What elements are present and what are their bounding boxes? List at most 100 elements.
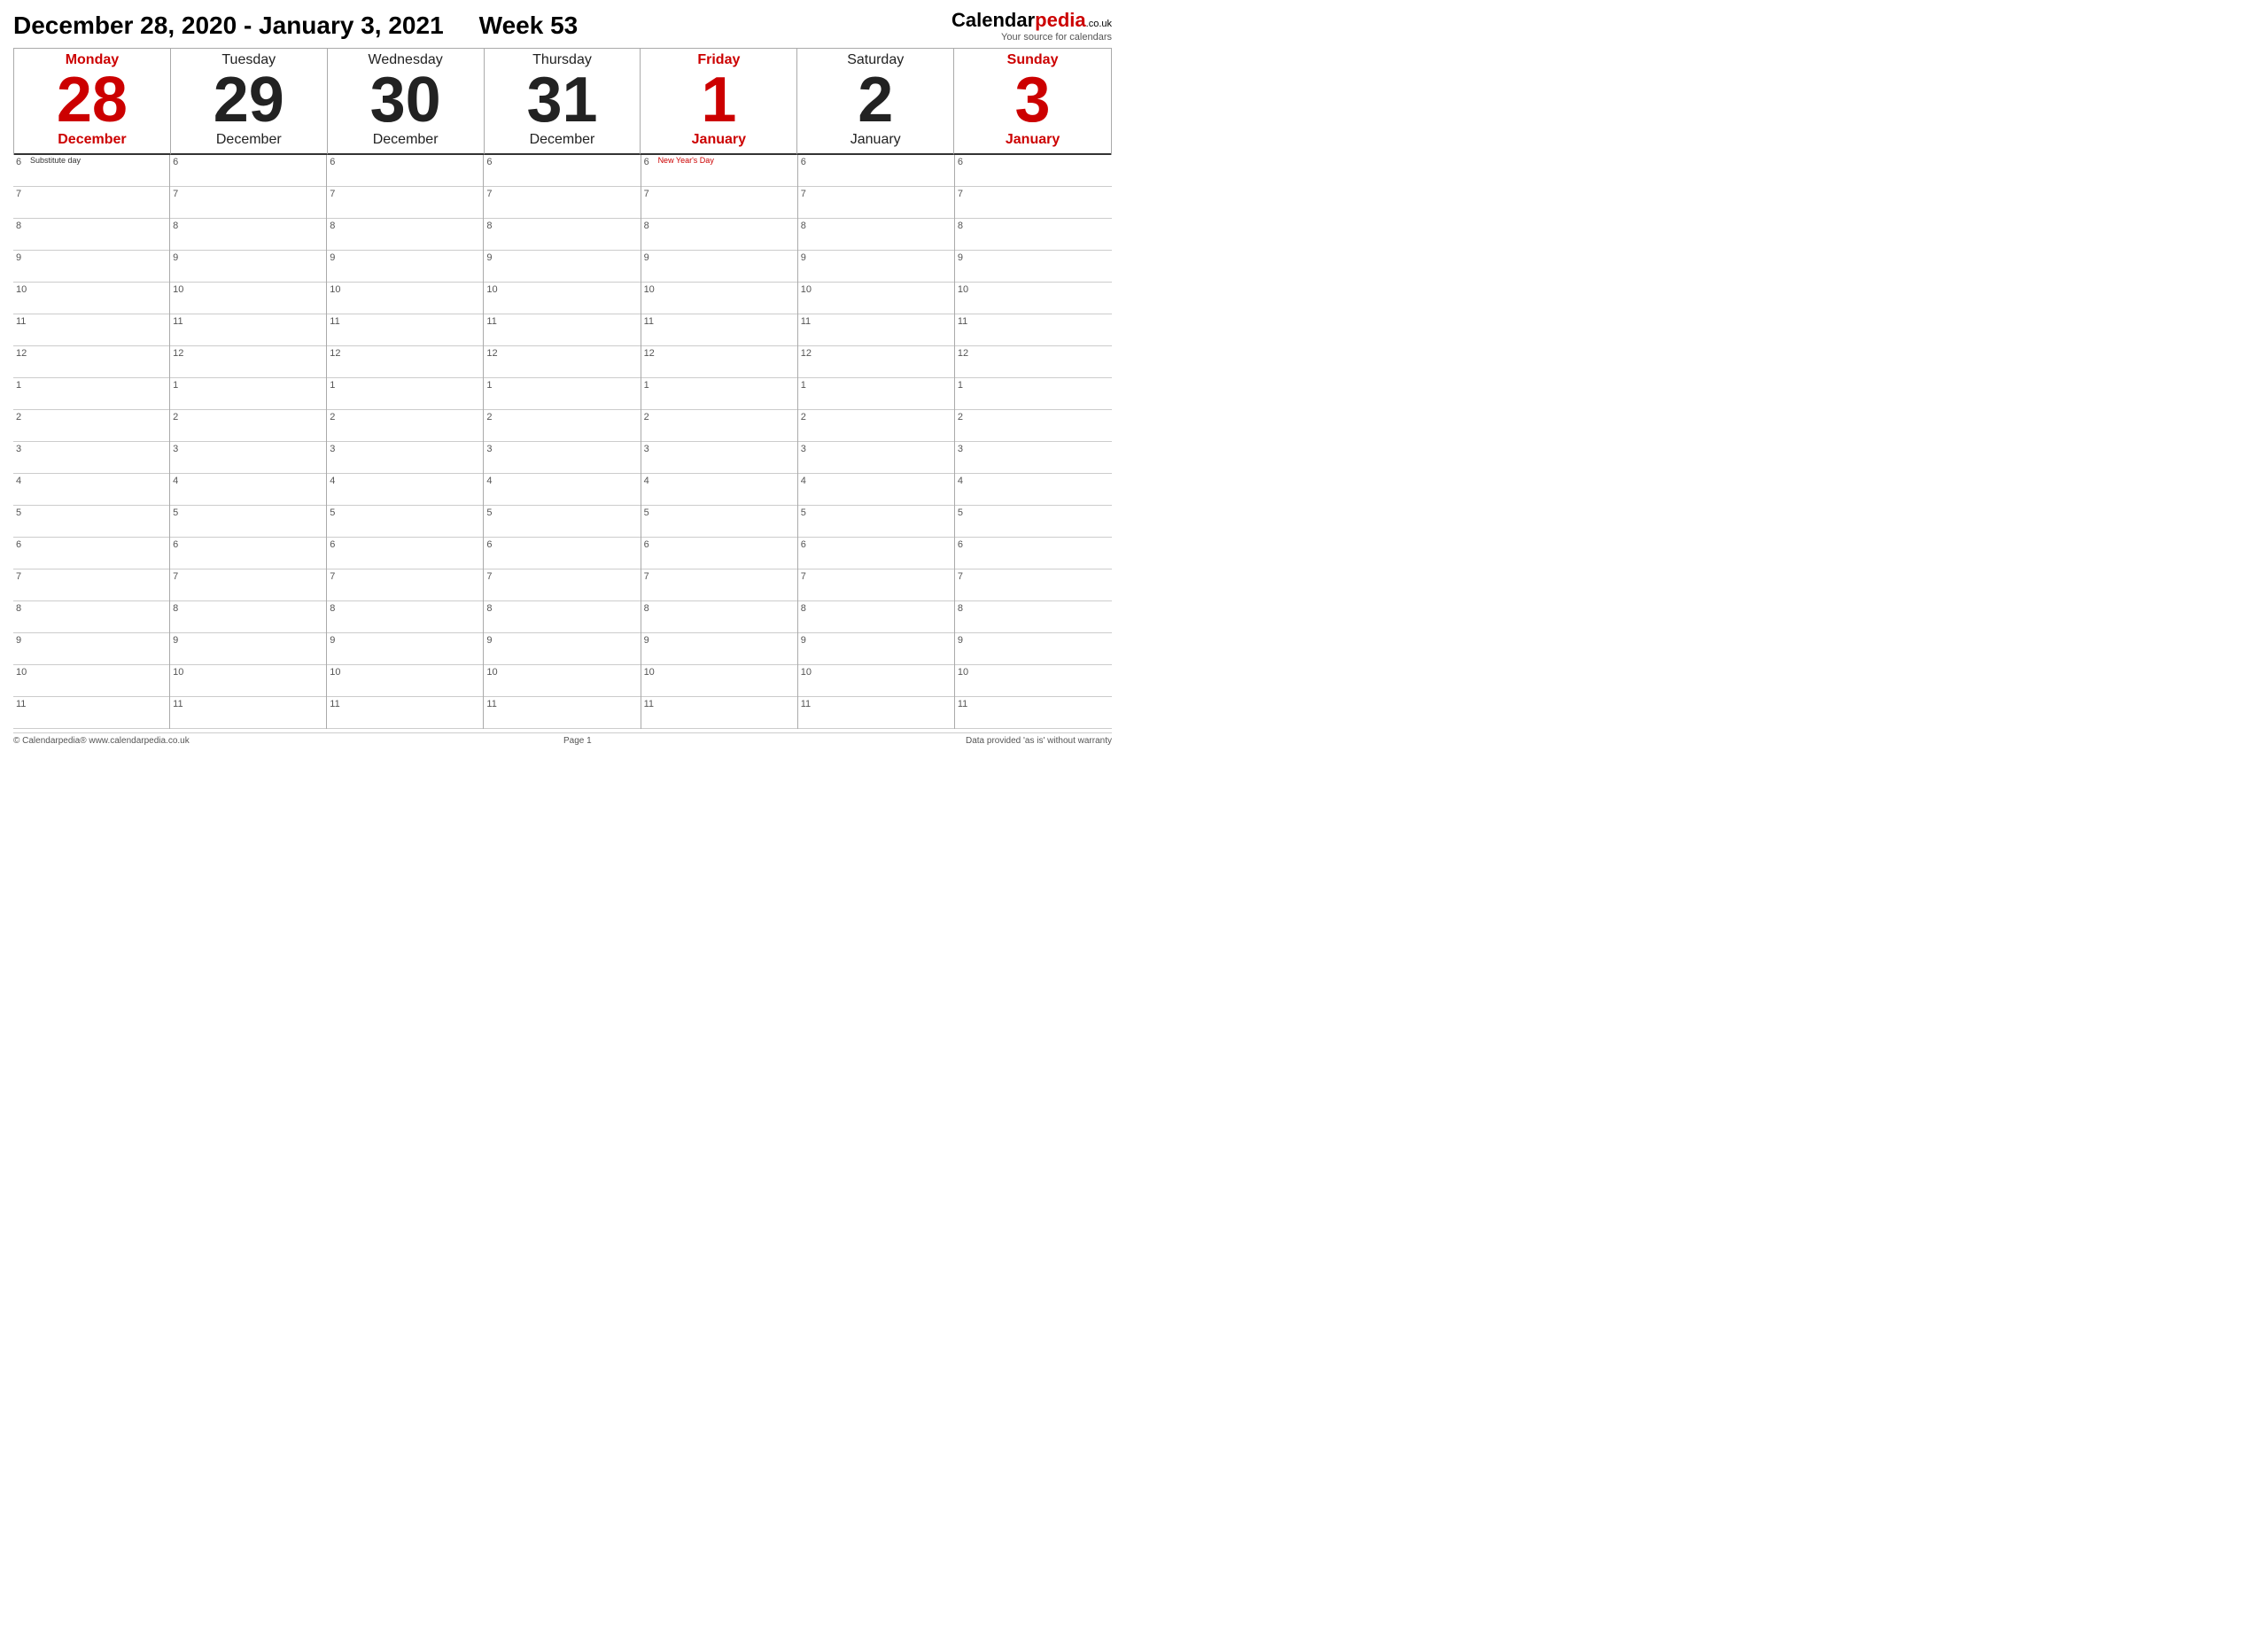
time-slot-thu-2[interactable]: 8 [484,219,640,251]
time-slot-mon-14[interactable]: 8 [13,601,169,633]
time-slot-sun-6[interactable]: 12 [955,346,1112,378]
time-slot-wed-1[interactable]: 7 [327,187,483,219]
time-slot-tue-3[interactable]: 9 [170,251,326,283]
time-slot-tue-14[interactable]: 8 [170,601,326,633]
time-slot-wed-15[interactable]: 9 [327,633,483,665]
time-slot-thu-1[interactable]: 7 [484,187,640,219]
time-slot-sun-1[interactable]: 7 [955,187,1112,219]
time-slot-fri-1[interactable]: 7 [641,187,797,219]
time-slot-wed-14[interactable]: 8 [327,601,483,633]
time-slot-wed-6[interactable]: 12 [327,346,483,378]
time-slot-mon-2[interactable]: 8 [13,219,169,251]
time-slot-sun-7[interactable]: 1 [955,378,1112,410]
time-slot-tue-11[interactable]: 5 [170,506,326,538]
time-slot-fri-11[interactable]: 5 [641,506,797,538]
time-slot-thu-3[interactable]: 9 [484,251,640,283]
time-slot-wed-4[interactable]: 10 [327,283,483,314]
time-slot-thu-15[interactable]: 9 [484,633,640,665]
time-slot-sat-10[interactable]: 4 [798,474,954,506]
time-slot-wed-16[interactable]: 10 [327,665,483,697]
time-slot-mon-16[interactable]: 10 [13,665,169,697]
time-slot-mon-7[interactable]: 1 [13,378,169,410]
time-slot-sat-17[interactable]: 11 [798,697,954,729]
time-slot-tue-9[interactable]: 3 [170,442,326,474]
time-slot-thu-11[interactable]: 5 [484,506,640,538]
time-slot-thu-14[interactable]: 8 [484,601,640,633]
time-slot-thu-13[interactable]: 7 [484,569,640,601]
time-slot-fri-6[interactable]: 12 [641,346,797,378]
time-slot-mon-8[interactable]: 2 [13,410,169,442]
time-slot-mon-3[interactable]: 9 [13,251,169,283]
time-slot-fri-16[interactable]: 10 [641,665,797,697]
time-slot-thu-16[interactable]: 10 [484,665,640,697]
time-slot-sun-8[interactable]: 2 [955,410,1112,442]
time-slot-sun-11[interactable]: 5 [955,506,1112,538]
time-slot-sun-15[interactable]: 9 [955,633,1112,665]
time-slot-mon-5[interactable]: 11 [13,314,169,346]
time-slot-sat-4[interactable]: 10 [798,283,954,314]
time-slot-sat-2[interactable]: 8 [798,219,954,251]
time-slot-mon-11[interactable]: 5 [13,506,169,538]
time-slot-sun-2[interactable]: 8 [955,219,1112,251]
time-slot-sun-9[interactable]: 3 [955,442,1112,474]
time-slot-sun-14[interactable]: 8 [955,601,1112,633]
time-slot-fri-10[interactable]: 4 [641,474,797,506]
time-slot-mon-4[interactable]: 10 [13,283,169,314]
time-slot-wed-9[interactable]: 3 [327,442,483,474]
time-slot-tue-6[interactable]: 12 [170,346,326,378]
time-slot-sat-12[interactable]: 6 [798,538,954,569]
time-slot-sat-14[interactable]: 8 [798,601,954,633]
time-slot-sat-5[interactable]: 11 [798,314,954,346]
time-slot-sun-12[interactable]: 6 [955,538,1112,569]
time-slot-sun-0[interactable]: 6 [955,155,1112,187]
time-slot-sun-13[interactable]: 7 [955,569,1112,601]
time-slot-sat-1[interactable]: 7 [798,187,954,219]
time-slot-fri-3[interactable]: 9 [641,251,797,283]
time-slot-thu-12[interactable]: 6 [484,538,640,569]
time-slot-wed-10[interactable]: 4 [327,474,483,506]
time-slot-wed-13[interactable]: 7 [327,569,483,601]
time-slot-tue-2[interactable]: 8 [170,219,326,251]
time-slot-mon-9[interactable]: 3 [13,442,169,474]
time-slot-sat-0[interactable]: 6 [798,155,954,187]
time-slot-fri-14[interactable]: 8 [641,601,797,633]
time-slot-sun-3[interactable]: 9 [955,251,1112,283]
time-slot-fri-8[interactable]: 2 [641,410,797,442]
time-slot-sat-6[interactable]: 12 [798,346,954,378]
time-slot-sat-15[interactable]: 9 [798,633,954,665]
time-slot-sat-3[interactable]: 9 [798,251,954,283]
time-slot-mon-0[interactable]: 6Substitute day [13,155,169,187]
time-slot-tue-5[interactable]: 11 [170,314,326,346]
time-slot-wed-17[interactable]: 11 [327,697,483,729]
time-slot-sun-5[interactable]: 11 [955,314,1112,346]
time-slot-mon-6[interactable]: 12 [13,346,169,378]
time-slot-wed-2[interactable]: 8 [327,219,483,251]
time-slot-fri-15[interactable]: 9 [641,633,797,665]
time-slot-mon-17[interactable]: 11 [13,697,169,729]
time-slot-sat-11[interactable]: 5 [798,506,954,538]
time-slot-tue-4[interactable]: 10 [170,283,326,314]
time-slot-sat-8[interactable]: 2 [798,410,954,442]
time-slot-thu-7[interactable]: 1 [484,378,640,410]
time-slot-sun-17[interactable]: 11 [955,697,1112,729]
time-slot-thu-5[interactable]: 11 [484,314,640,346]
time-slot-mon-10[interactable]: 4 [13,474,169,506]
time-slot-wed-0[interactable]: 6 [327,155,483,187]
time-slot-tue-1[interactable]: 7 [170,187,326,219]
time-slot-wed-11[interactable]: 5 [327,506,483,538]
time-slot-sat-13[interactable]: 7 [798,569,954,601]
time-slot-fri-0[interactable]: 6New Year's Day [641,155,797,187]
time-slot-tue-15[interactable]: 9 [170,633,326,665]
time-slot-sun-16[interactable]: 10 [955,665,1112,697]
time-slot-mon-13[interactable]: 7 [13,569,169,601]
time-slot-mon-15[interactable]: 9 [13,633,169,665]
time-slot-fri-17[interactable]: 11 [641,697,797,729]
time-slot-fri-2[interactable]: 8 [641,219,797,251]
time-slot-tue-17[interactable]: 11 [170,697,326,729]
time-slot-tue-8[interactable]: 2 [170,410,326,442]
time-slot-thu-10[interactable]: 4 [484,474,640,506]
time-slot-wed-3[interactable]: 9 [327,251,483,283]
time-slot-wed-5[interactable]: 11 [327,314,483,346]
time-slot-tue-10[interactable]: 4 [170,474,326,506]
time-slot-sun-10[interactable]: 4 [955,474,1112,506]
